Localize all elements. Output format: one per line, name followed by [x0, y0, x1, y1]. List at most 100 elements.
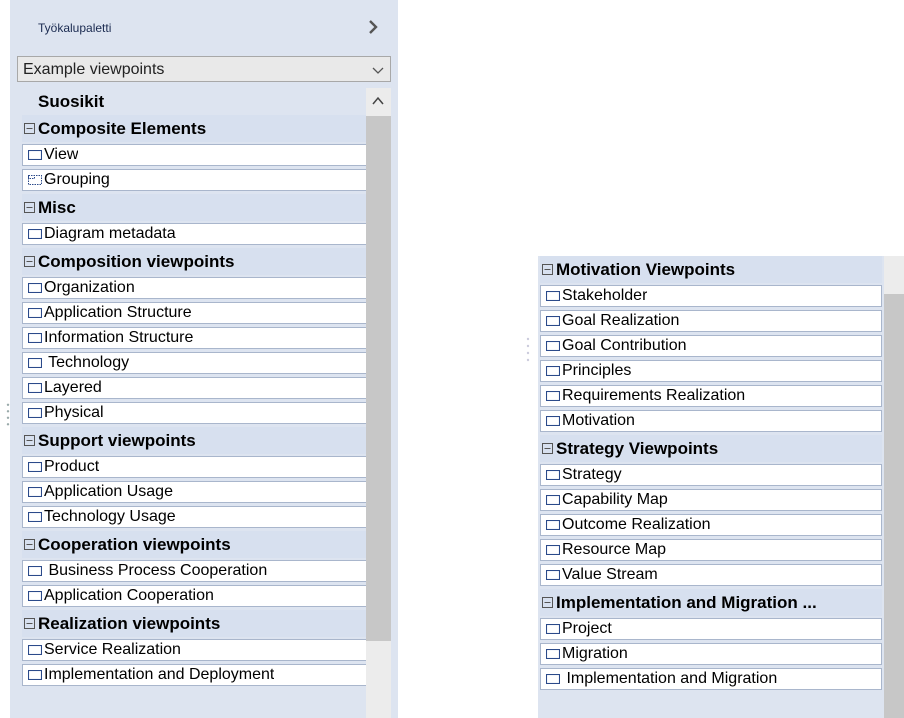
palette-item[interactable]: Application Usage — [22, 481, 370, 503]
group-header[interactable]: Composite Elements — [22, 115, 370, 142]
scrollbar-right[interactable] — [884, 256, 904, 718]
favorites-header[interactable]: Suosikit — [22, 88, 370, 115]
group-label: Cooperation viewpoints — [38, 534, 231, 554]
palette-item-label: Diagram metadata — [44, 225, 176, 242]
collapse-minus-icon[interactable] — [24, 256, 35, 267]
palette-item-label: Organization — [44, 279, 135, 296]
palette-item[interactable]: Project — [540, 618, 882, 640]
group-label: Strategy Viewpoints — [556, 438, 719, 458]
group-label: Implementation and Migration ... — [556, 592, 817, 612]
palette-item[interactable]: Physical — [22, 402, 370, 424]
view-rect-icon — [28, 358, 42, 368]
palette-item[interactable]: Value Stream — [540, 564, 882, 586]
group-label: Support viewpoints — [38, 430, 196, 450]
view-rect-icon — [28, 591, 42, 601]
palette-item[interactable]: Stakeholder — [540, 285, 882, 307]
palette-item-label: Grouping — [44, 171, 110, 188]
palette-item[interactable]: Requirements Realization — [540, 385, 882, 407]
palette-item[interactable]: Product — [22, 456, 370, 478]
palette-item-label: Information Structure — [44, 329, 194, 346]
palette-item[interactable]: Diagram metadata — [22, 223, 370, 245]
scroll-thumb-right[interactable] — [884, 294, 904, 718]
group-label: Composition viewpoints — [38, 251, 235, 271]
palette-item-label: Capability Map — [562, 491, 668, 508]
palette-item[interactable]: Outcome Realization — [540, 514, 882, 536]
group-label: Motivation Viewpoints — [556, 259, 736, 279]
palette-item[interactable]: Motivation — [540, 410, 882, 432]
collapse-minus-icon[interactable] — [542, 264, 553, 275]
view-rect-icon — [546, 470, 560, 480]
chevron-down-icon — [372, 67, 384, 74]
group-header[interactable]: Support viewpoints — [22, 427, 370, 454]
scroll-up-arrow-icon[interactable] — [372, 95, 384, 107]
palette-item-label: Outcome Realization — [562, 516, 711, 533]
chevron-right-icon[interactable] — [365, 16, 381, 38]
palette-item[interactable]: Goal Contribution — [540, 335, 882, 357]
palette-item[interactable]: Information Structure — [22, 327, 370, 349]
group-label: Realization viewpoints — [38, 613, 221, 633]
view-rect-icon — [28, 150, 42, 160]
palette-item-label: Goal Contribution — [562, 337, 687, 354]
scroll-thumb[interactable] — [366, 116, 391, 641]
drag-handle-icon[interactable] — [6, 402, 10, 428]
collapse-minus-icon[interactable] — [24, 435, 35, 446]
view-rect-icon — [28, 670, 42, 680]
palette-item[interactable]: Principles — [540, 360, 882, 382]
group-header[interactable]: Implementation and Migration ... — [540, 589, 882, 616]
palette-item-label: Physical — [44, 404, 104, 421]
view-rect-icon — [546, 366, 560, 376]
palette-item[interactable]: Goal Realization — [540, 310, 882, 332]
palette-item[interactable]: Business Process Cooperation — [22, 560, 370, 582]
palette-item[interactable]: Grouping — [22, 169, 370, 191]
palette-item-label: Goal Realization — [562, 312, 680, 329]
group-label: Composite Elements — [38, 118, 207, 138]
palette-item[interactable]: Service Realization — [22, 639, 370, 661]
view-rect-icon — [546, 570, 560, 580]
palette-item-label: Motivation — [562, 412, 635, 429]
palette-item[interactable]: Strategy — [540, 464, 882, 486]
collapse-minus-icon[interactable] — [24, 618, 35, 629]
palette-item[interactable]: Application Cooperation — [22, 585, 370, 607]
collapse-minus-icon[interactable] — [24, 202, 35, 213]
group-header[interactable]: Realization viewpoints — [22, 610, 370, 637]
palette-item[interactable]: Resource Map — [540, 539, 882, 561]
collapse-minus-icon[interactable] — [24, 123, 35, 134]
palette-item[interactable]: View — [22, 144, 370, 166]
favorites-label: Suosikit — [38, 91, 105, 111]
palette-item[interactable]: Implementation and Deployment — [22, 664, 370, 686]
palette-item-label: Business Process Cooperation — [44, 562, 268, 579]
group-header[interactable]: Motivation Viewpoints — [540, 256, 882, 283]
view-rect-icon — [28, 308, 42, 318]
collapse-minus-icon[interactable] — [542, 597, 553, 608]
scrollbar[interactable] — [366, 88, 391, 718]
palette-item[interactable]: Technology — [22, 352, 370, 374]
view-rect-icon — [28, 512, 42, 522]
palette-item-label: Product — [44, 458, 100, 475]
collapse-minus-icon[interactable] — [542, 443, 553, 454]
palette-item-label: View — [44, 146, 79, 163]
collapse-minus-icon[interactable] — [24, 539, 35, 550]
palette-item-label: Project — [562, 620, 612, 637]
palette-item-label: Migration — [562, 645, 628, 662]
group-header[interactable]: Cooperation viewpoints — [22, 531, 370, 558]
palette-item[interactable]: Migration — [540, 643, 882, 665]
palette-item[interactable]: Technology Usage — [22, 506, 370, 528]
palette-list: Suosikit Composite Elements View Grouping M… — [22, 88, 370, 689]
view-rect-icon — [28, 645, 42, 655]
palette-item[interactable]: Capability Map — [540, 489, 882, 511]
palette-item[interactable]: Implementation and Migration — [540, 668, 882, 690]
group-header[interactable]: Misc — [22, 194, 370, 221]
palette-item[interactable]: Organization — [22, 277, 370, 299]
tool-palette-panel-scrolled: Motivation Viewpoints Stakeholder Goal Rea… — [538, 256, 904, 718]
drag-handle-icon[interactable] — [526, 336, 530, 364]
view-rect-icon — [546, 391, 560, 401]
palette-item[interactable]: Application Structure — [22, 302, 370, 324]
group-header[interactable]: Strategy Viewpoints — [540, 435, 882, 462]
view-rect-icon — [546, 649, 560, 659]
palette-item-label: Strategy — [562, 466, 622, 483]
view-rect-icon — [28, 283, 42, 293]
group-header[interactable]: Composition viewpoints — [22, 248, 370, 275]
view-rect-icon — [28, 383, 42, 393]
viewpoint-dropdown[interactable]: Example viewpoints — [17, 56, 391, 82]
palette-item[interactable]: Layered — [22, 377, 370, 399]
